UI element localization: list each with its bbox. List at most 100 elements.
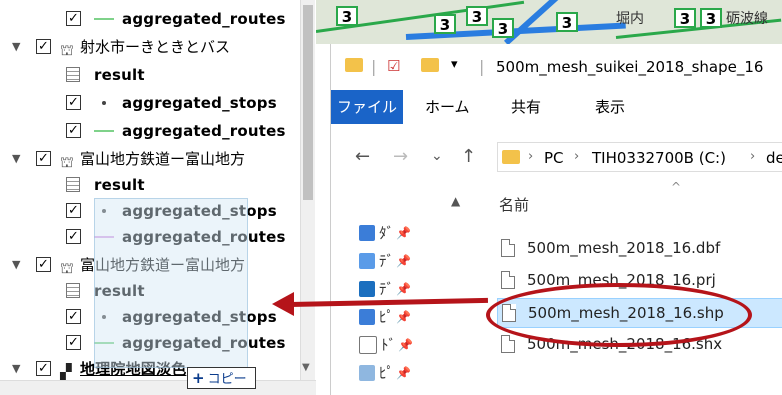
annotation-arrow-head (272, 292, 294, 316)
highlight-ellipse (486, 283, 752, 347)
column-header-name[interactable]: 名前 (499, 194, 529, 215)
tab-file[interactable]: ファイル (331, 90, 403, 124)
title-bar: | ☑ ▾ | 500m_mesh_suikei_2018_shape_16 (331, 44, 782, 90)
address-bar[interactable]: › PC › TIH0332700B (C:) › de (497, 142, 782, 172)
expand-triangle-icon[interactable]: ▼ (12, 252, 20, 278)
divider: | (371, 57, 377, 76)
properties-icon[interactable]: ☑ (387, 57, 400, 75)
pin-icon: 📌 (396, 365, 411, 380)
pin-icon: 📌 (396, 309, 411, 324)
layer-tree-panel: ✓ aggregated_routes ▼ ✓ ⛫ 射水市ーきときとバス res… (0, 0, 316, 395)
up-arrow-icon[interactable]: ↑ (461, 146, 476, 167)
new-folder-icon[interactable] (421, 57, 439, 76)
layer-row[interactable]: ✓ aggregated_routes (0, 6, 300, 32)
plus-icon: + (192, 369, 205, 387)
layer-row[interactable]: result (0, 172, 300, 198)
forward-arrow-icon[interactable]: → (393, 146, 408, 167)
group-row[interactable]: ▼ ✓ ⛫ 射水市ーきときとバス (0, 34, 300, 60)
layer-checkbox[interactable]: ✓ (66, 123, 81, 138)
layer-checkbox[interactable]: ✓ (66, 95, 81, 110)
pictures-icon (359, 364, 375, 381)
route-badge: 3 (556, 12, 578, 32)
tab-home[interactable]: ホーム (425, 90, 470, 124)
tab-share[interactable]: 共有 (511, 90, 541, 124)
group-checkbox[interactable]: ✓ (36, 361, 51, 376)
vertical-scrollbar[interactable]: ▼ (300, 0, 315, 395)
window-title: 500m_mesh_suikei_2018_shape_16 (496, 58, 764, 76)
divider: | (479, 57, 485, 76)
expand-triangle-icon[interactable]: ▼ (12, 34, 20, 60)
nav-pane-item[interactable]: ﾃﾞ 📌 (359, 250, 411, 278)
scrollbar-thumb[interactable] (303, 5, 313, 200)
map-canvas[interactable]: 3 3 3 3 3 堀内 3 3 砺波線 (316, 0, 782, 44)
table-icon (66, 283, 80, 298)
breadcrumb-separator: › (750, 149, 756, 164)
layer-label: result (94, 66, 145, 84)
address-bar-row: ← → ⌄ ↑ › PC › TIH0332700B (C:) › de (331, 138, 782, 178)
layer-label: aggregated_routes (122, 10, 286, 28)
layer-checkbox[interactable]: ✓ (66, 229, 81, 244)
group-checkbox[interactable]: ✓ (36, 257, 51, 272)
breadcrumb-separator: › (528, 149, 534, 164)
map-place-label: 堀内 (616, 11, 644, 27)
layer-checkbox[interactable]: ✓ (66, 203, 81, 218)
line-symbol-icon (94, 130, 114, 132)
route-badge: 3 (336, 6, 358, 26)
download-icon (359, 308, 375, 325)
recent-locations-icon[interactable]: ⌄ (431, 148, 443, 164)
group-checkbox[interactable]: ✓ (36, 39, 51, 54)
layer-row[interactable]: ✓ aggregated_routes (0, 118, 300, 144)
breadcrumb-separator: › (574, 149, 580, 164)
layer-checkbox[interactable]: ✓ (66, 335, 81, 350)
group-folder-icon: ⛫ (60, 41, 74, 59)
route-badge: 3 (700, 8, 722, 28)
file-icon (501, 335, 515, 353)
quick-access-dropdown-icon[interactable]: ▾ (451, 57, 458, 72)
document-icon (359, 335, 377, 354)
nav-pane-item[interactable]: ﾋﾟ 📌 (359, 306, 411, 334)
file-item[interactable]: 500m_mesh_2018_16.dbf (497, 234, 782, 264)
file-icon (501, 271, 515, 289)
point-symbol-icon (102, 101, 106, 105)
layer-label: result (94, 176, 145, 194)
layer-row[interactable]: ✓ aggregated_stops (0, 90, 300, 116)
folder-icon (502, 149, 520, 168)
nav-pane-item[interactable]: ﾀﾞ 📌 (359, 222, 411, 250)
back-arrow-icon[interactable]: ← (355, 146, 370, 167)
route-badge: 3 (674, 8, 696, 28)
nav-pane-item[interactable]: ﾋﾟ 📌 (359, 362, 411, 390)
group-row[interactable]: ▼ ✓ ⛫ 富山地方鉄道ー富山地方 (0, 146, 300, 172)
breadcrumb-folder[interactable]: de (766, 149, 782, 167)
layer-checkbox[interactable]: ✓ (66, 11, 81, 26)
route-badge: 3 (434, 14, 456, 34)
table-icon (66, 67, 80, 82)
file-icon (501, 239, 515, 257)
file-name: 500m_mesh_2018_16.dbf (527, 239, 721, 257)
pin-icon: 📌 (398, 337, 413, 352)
group-label: 富山地方鉄道ー富山地方 (80, 150, 246, 168)
quick-access-icon (359, 224, 375, 241)
monitor-icon (359, 280, 375, 297)
folder-icon[interactable] (345, 57, 363, 76)
horizontal-scrollbar[interactable] (0, 380, 316, 395)
copy-tooltip-label: コピー (207, 372, 247, 387)
expand-triangle-icon[interactable]: ▼ (12, 146, 20, 172)
breadcrumb-drive[interactable]: TIH0332700B (C:) (592, 149, 726, 167)
layer-checkbox[interactable]: ✓ (66, 309, 81, 324)
table-icon (66, 177, 80, 192)
layer-label: aggregated_routes (122, 122, 286, 140)
group-checkbox[interactable]: ✓ (36, 151, 51, 166)
copy-tooltip: + コピー (187, 367, 256, 389)
route-badge: 3 (492, 18, 514, 38)
ribbon-tabs: ファイル ホーム 共有 表示 (331, 90, 782, 124)
group-label: 射水市ーきときとバス (80, 38, 231, 56)
breadcrumb-pc[interactable]: PC (544, 149, 564, 167)
nav-pane-item[interactable]: ﾄﾞ 📌 (359, 334, 413, 362)
scroll-down-icon[interactable]: ▼ (302, 362, 310, 373)
expand-triangle-icon[interactable]: ▼ (12, 356, 20, 382)
drag-ghost (94, 198, 248, 368)
nav-scroll-up-icon[interactable]: ▲ (451, 194, 460, 208)
tab-view[interactable]: 表示 (595, 90, 625, 124)
sort-indicator-icon: ^ (671, 180, 682, 194)
layer-row[interactable]: result (0, 62, 300, 88)
